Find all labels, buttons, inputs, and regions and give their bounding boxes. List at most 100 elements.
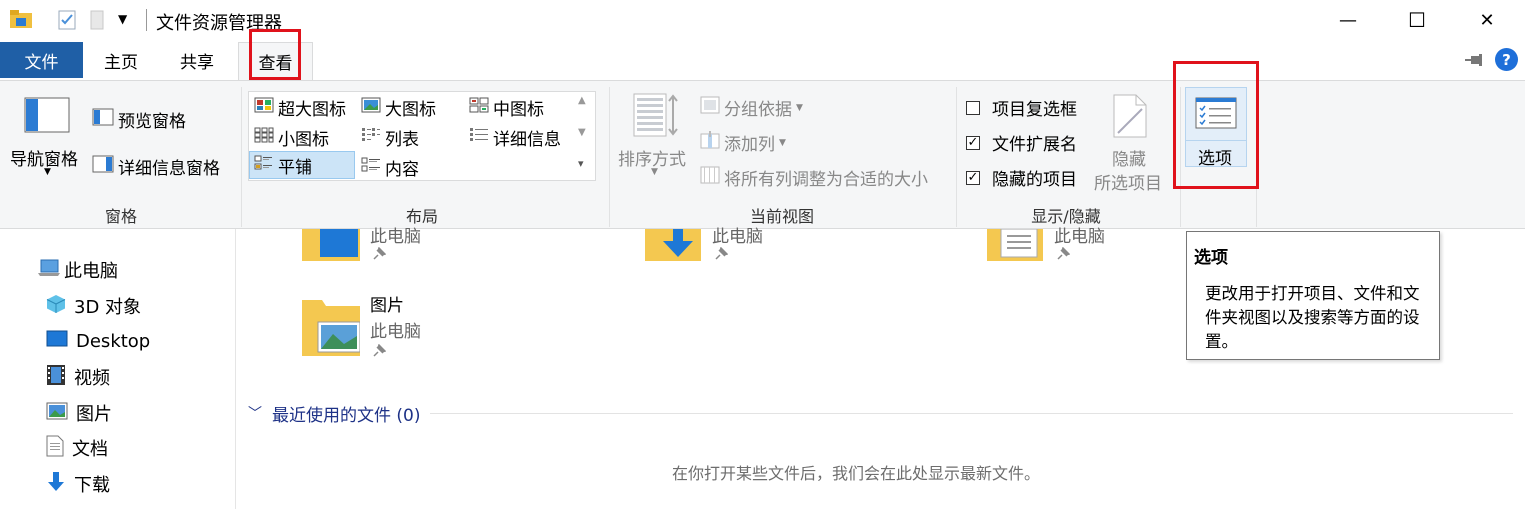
quick-access-sub-3: 此电脑 bbox=[1054, 227, 1105, 247]
recent-files-divider bbox=[430, 412, 1513, 414]
preview-pane-label: 预览窗格 bbox=[118, 112, 186, 132]
close-button[interactable]: ✕ bbox=[1464, 0, 1510, 40]
maximize-button[interactable]: ☐ bbox=[1394, 0, 1440, 40]
help-icon[interactable]: ? bbox=[1495, 48, 1518, 71]
details-pane-label: 详细信息窗格 bbox=[118, 159, 220, 179]
nav-pictures[interactable]: 图片 bbox=[46, 396, 112, 430]
group-by-dropdown-icon: ▼ bbox=[796, 102, 803, 113]
nav-downloads-label: 下载 bbox=[74, 475, 110, 496]
add-column-dropdown-icon: ▼ bbox=[779, 137, 786, 148]
layout-details-label: 详细信息 bbox=[493, 130, 561, 150]
tooltip-body: 更改用于打开项目、文件和文件夹视图以及搜索等方面的设置。 bbox=[1205, 284, 1420, 351]
size-all-columns-button[interactable]: 将所有列调整为合适的大小 bbox=[700, 165, 928, 190]
gallery-scroll-up-icon[interactable]: ▲ bbox=[578, 95, 586, 106]
desktop-folder-icon bbox=[302, 229, 360, 266]
details-pane-button[interactable]: 详细信息窗格 bbox=[92, 154, 220, 179]
nav-documents-label: 文档 bbox=[72, 439, 108, 460]
content-icon bbox=[361, 157, 381, 178]
file-extensions-toggle[interactable]: ✓ 文件扩展名 bbox=[966, 130, 1077, 155]
size-all-columns-label: 将所有列调整为合适的大小 bbox=[724, 170, 928, 190]
nav-3d-objects[interactable]: 3D 对象 bbox=[46, 289, 141, 323]
ribbon: 导航窗格 ▼ 预览窗格 详细信息窗格 窗格 超大图标 大图标 中图标 小图标 列… bbox=[0, 80, 1525, 229]
nav-desktop-label: Desktop bbox=[76, 330, 151, 352]
layout-tiles-label: 平铺 bbox=[278, 157, 312, 178]
chevron-down-icon: ﹀ bbox=[248, 406, 262, 422]
size-columns-icon bbox=[700, 166, 720, 189]
pictures-tile-name: 图片 bbox=[370, 296, 404, 316]
new-folder-icon[interactable] bbox=[90, 10, 104, 30]
pin-icon[interactable] bbox=[1056, 246, 1071, 266]
quick-access-dropdown-icon[interactable]: ▼ bbox=[118, 12, 127, 26]
ribbon-tab-bar: 文件 主页 共享 查看 ? bbox=[0, 40, 1525, 80]
quick-access-sub-2: 此电脑 bbox=[712, 227, 763, 247]
pin-ribbon-icon[interactable] bbox=[1464, 52, 1484, 72]
nav-this-pc[interactable]: 此电脑 bbox=[38, 253, 118, 287]
recent-files-header[interactable]: ﹀ 最近使用的文件 (0) bbox=[248, 400, 1513, 426]
hidden-items-toggle[interactable]: ✓ 隐藏的项目 bbox=[966, 165, 1077, 190]
details-icon bbox=[469, 127, 489, 148]
nav-videos[interactable]: 视频 bbox=[46, 360, 110, 394]
quick-access-tile-pictures[interactable]: 图片 此电脑 bbox=[300, 288, 500, 360]
pin-icon[interactable] bbox=[372, 246, 387, 266]
preview-pane-button[interactable]: 预览窗格 bbox=[92, 107, 186, 132]
options-tooltip: 选项 更改用于打开项目、文件和文件夹视图以及搜索等方面的设置。 bbox=[1186, 231, 1440, 360]
file-extensions-label: 文件扩展名 bbox=[992, 135, 1077, 155]
preview-pane-icon bbox=[92, 108, 114, 131]
minimize-button[interactable]: — bbox=[1325, 0, 1371, 40]
panes-group-label: 窗格 bbox=[104, 207, 137, 226]
layout-extra-large-icons[interactable]: 超大图标 bbox=[254, 95, 346, 120]
pin-icon[interactable] bbox=[714, 246, 729, 266]
layout-small-icons-label: 小图标 bbox=[278, 130, 329, 150]
tooltip-title: 选项 bbox=[1194, 248, 1228, 268]
tab-file[interactable]: 文件 bbox=[0, 42, 83, 78]
quick-access-sub-1: 此电脑 bbox=[370, 227, 421, 247]
nav-3d-objects-label: 3D 对象 bbox=[74, 297, 142, 318]
hidden-items-checkbox[interactable]: ✓ bbox=[966, 170, 980, 185]
recent-files-title: 最近使用的文件 (0) bbox=[272, 405, 421, 426]
picture-icon bbox=[46, 402, 68, 425]
layout-large-icons[interactable]: 大图标 bbox=[361, 95, 436, 120]
add-column-icon bbox=[700, 131, 720, 154]
group-by-button[interactable]: 分组依据 ▼ bbox=[700, 95, 803, 120]
group-separator bbox=[241, 87, 242, 227]
large-icons-icon bbox=[361, 97, 381, 118]
cube-icon bbox=[46, 294, 66, 319]
navigation-pane bbox=[0, 229, 236, 509]
folder-app-icon bbox=[10, 10, 32, 28]
film-icon bbox=[46, 364, 66, 391]
layout-tiles[interactable]: 平铺 bbox=[249, 151, 355, 179]
sort-by-button[interactable]: 排序方式 ▼ bbox=[615, 93, 695, 193]
tiles-icon bbox=[254, 155, 274, 176]
title-bar: ▼ 文件资源管理器 — ☐ ✕ bbox=[0, 0, 1525, 40]
tab-share[interactable]: 共享 bbox=[166, 42, 228, 78]
item-checkboxes-checkbox[interactable] bbox=[966, 100, 980, 115]
hidden-items-label: 隐藏的项目 bbox=[992, 170, 1077, 190]
nav-videos-label: 视频 bbox=[74, 368, 110, 389]
group-by-label: 分组依据 bbox=[724, 100, 792, 120]
hide-selected-button[interactable]: 隐藏 所选项目 bbox=[1090, 91, 1170, 195]
layout-small-icons[interactable]: 小图标 bbox=[254, 125, 329, 150]
properties-icon[interactable] bbox=[58, 10, 76, 30]
layout-details[interactable]: 详细信息 bbox=[469, 125, 561, 150]
add-column-button[interactable]: 添加列 ▼ bbox=[700, 130, 786, 155]
gallery-scroll-down-icon[interactable]: ▼ bbox=[578, 127, 586, 138]
layout-content[interactable]: 内容 bbox=[361, 155, 419, 180]
gallery-more-icon[interactable]: ▾ bbox=[578, 157, 584, 170]
group-separator bbox=[956, 87, 957, 227]
nav-desktop[interactable]: Desktop bbox=[46, 324, 150, 358]
nav-downloads[interactable]: 下载 bbox=[46, 467, 110, 501]
layout-list[interactable]: 列表 bbox=[361, 125, 419, 150]
tab-home[interactable]: 主页 bbox=[92, 42, 150, 78]
nav-documents[interactable]: 文档 bbox=[46, 431, 108, 465]
item-checkboxes-toggle[interactable]: 项目复选框 bbox=[966, 95, 1077, 120]
layout-medium-icons[interactable]: 中图标 bbox=[469, 95, 544, 120]
options-highlight bbox=[1173, 61, 1259, 189]
medium-icons-icon bbox=[469, 97, 489, 118]
document-icon bbox=[46, 435, 64, 462]
documents-folder-icon bbox=[987, 228, 1043, 266]
nav-pane-button[interactable]: 导航窗格 ▼ bbox=[8, 95, 86, 195]
file-extensions-checkbox[interactable]: ✓ bbox=[966, 135, 980, 150]
pin-icon[interactable] bbox=[372, 343, 387, 363]
download-icon bbox=[46, 471, 66, 498]
sort-by-dropdown-icon: ▼ bbox=[651, 167, 658, 177]
